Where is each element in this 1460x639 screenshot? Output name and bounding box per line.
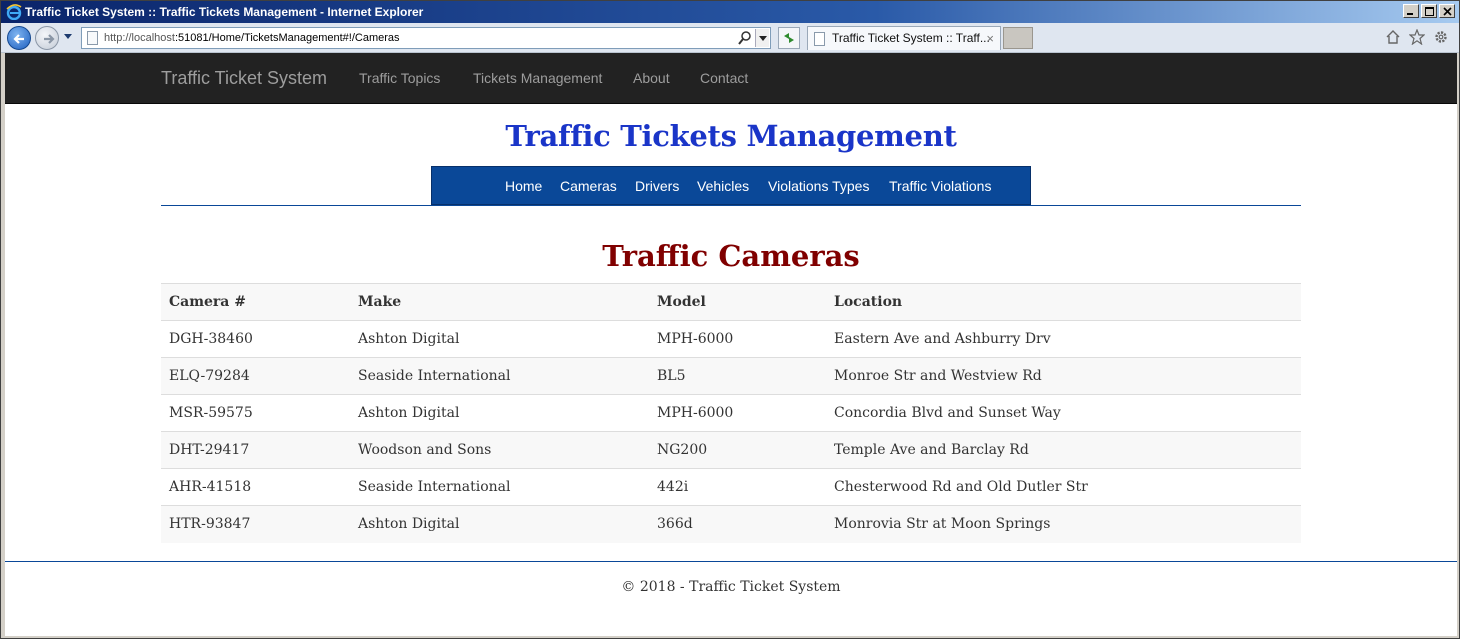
cameras-table: Camera # Make Model Location DGH-38460 A… (161, 283, 1301, 543)
cell-make: Ashton Digital (350, 394, 649, 432)
table-header-row: Camera # Make Model Location (161, 283, 1301, 321)
browser-window: Traffic Ticket System :: Traffic Tickets… (0, 0, 1460, 639)
address-bar[interactable]: http://localhost:51081/Home/TicketsManag… (81, 27, 771, 49)
maximize-icon (1424, 6, 1434, 16)
minimize-icon (1407, 13, 1413, 15)
cell-model: 442i (649, 468, 826, 506)
refresh-button[interactable] (778, 27, 800, 49)
cell-model: NG200 (649, 431, 826, 469)
close-icon (1442, 6, 1452, 16)
cell-make: Ashton Digital (350, 320, 649, 358)
cell-make: Seaside International (350, 357, 649, 395)
forward-button[interactable] (35, 26, 59, 50)
table-row: HTR-93847 Ashton Digital 366d Monrovia S… (161, 505, 1301, 543)
new-tab-button[interactable] (1003, 27, 1033, 49)
cell-camera-number: MSR-59575 (161, 394, 350, 432)
column-header-location: Location (826, 283, 1301, 321)
cell-location: Monrovia Str at Moon Springs (826, 505, 1301, 543)
cell-model: 366d (649, 505, 826, 543)
section-title: Traffic Cameras (602, 239, 860, 273)
home-icon[interactable] (1385, 29, 1401, 45)
cell-model: MPH-6000 (649, 394, 826, 432)
cell-camera-number: DHT-29417 (161, 431, 350, 469)
table-row: DHT-29417 Woodson and Sons NG200 Temple … (161, 431, 1301, 469)
divider (161, 205, 1301, 206)
minimize-button[interactable] (1403, 4, 1419, 18)
gear-icon[interactable] (1433, 29, 1449, 45)
address-dropdown[interactable] (755, 29, 769, 47)
footer-divider (5, 561, 1457, 562)
cell-make: Seaside International (350, 468, 649, 506)
refresh-icon (784, 33, 794, 43)
cell-location: Temple Ave and Barclay Rd (826, 431, 1301, 469)
table-row: AHR-41518 Seaside International 442i Che… (161, 468, 1301, 506)
search-icon[interactable] (738, 30, 752, 46)
address-url[interactable]: http://localhost:51081/Home/TicketsManag… (104, 28, 400, 48)
maximize-button[interactable] (1421, 4, 1437, 18)
back-button[interactable] (7, 26, 31, 50)
table-row: ELQ-79284 Seaside International BL5 Monr… (161, 357, 1301, 395)
cell-model: BL5 (649, 357, 826, 395)
recent-pages-dropdown[interactable] (64, 34, 72, 39)
cell-camera-number: DGH-38460 (161, 320, 350, 358)
address-path: :51081/Home/TicketsManagement#!/Cameras (174, 32, 400, 44)
address-host: http://localhost (104, 32, 175, 44)
menu-traffic-violations[interactable]: Traffic Violations (889, 178, 991, 194)
tab-label: Traffic Ticket System :: Traff... (832, 31, 990, 45)
page-icon (87, 31, 98, 45)
tab-traffic-ticket-system[interactable]: Traffic Ticket System :: Traff... × (807, 26, 1001, 50)
page-icon (814, 32, 825, 46)
browser-toolbar: http://localhost:51081/Home/TicketsManag… (1, 23, 1459, 53)
cell-location: Concordia Blvd and Sunset Way (826, 394, 1301, 432)
column-header-model: Model (649, 283, 826, 321)
nav-about[interactable]: About (633, 70, 670, 86)
table-row: DGH-38460 Ashton Digital MPH-6000 Easter… (161, 320, 1301, 358)
menu-cameras[interactable]: Cameras (560, 178, 617, 194)
close-button[interactable] (1439, 4, 1455, 18)
site-navbar: Traffic Ticket System Traffic Topics Tic… (5, 53, 1457, 104)
table-row: MSR-59575 Ashton Digital MPH-6000 Concor… (161, 394, 1301, 432)
nav-traffic-topics[interactable]: Traffic Topics (359, 70, 440, 86)
tab-close-icon[interactable]: × (986, 27, 994, 50)
nav-tickets-management[interactable]: Tickets Management (473, 70, 602, 86)
footer-copyright: © 2018 - Traffic Ticket System (621, 579, 841, 595)
cell-location: Chesterwood Rd and Old Dutler Str (826, 468, 1301, 506)
cell-camera-number: AHR-41518 (161, 468, 350, 506)
nav-contact[interactable]: Contact (700, 70, 748, 86)
forward-arrow-icon (44, 34, 55, 44)
cell-make: Ashton Digital (350, 505, 649, 543)
menu-violations-types[interactable]: Violations Types (768, 178, 869, 194)
menu-drivers[interactable]: Drivers (635, 178, 679, 194)
cell-location: Monroe Str and Westview Rd (826, 357, 1301, 395)
favorites-star-icon[interactable] (1409, 29, 1425, 45)
cell-location: Eastern Ave and Ashburry Drv (826, 320, 1301, 358)
column-header-make: Make (350, 283, 649, 321)
window-title: Traffic Ticket System :: Traffic Tickets… (25, 5, 424, 19)
column-header-camera-number: Camera # (161, 283, 350, 321)
page-title: Traffic Tickets Management (505, 119, 957, 153)
cell-make: Woodson and Sons (350, 431, 649, 469)
title-bar: Traffic Ticket System :: Traffic Tickets… (1, 1, 1459, 23)
ie-icon (6, 4, 22, 20)
cell-model: MPH-6000 (649, 320, 826, 358)
site-brand-link[interactable]: Traffic Ticket System (161, 68, 327, 89)
cell-camera-number: HTR-93847 (161, 505, 350, 543)
page-viewport: Traffic Ticket System Traffic Topics Tic… (5, 53, 1457, 636)
menu-vehicles[interactable]: Vehicles (697, 178, 749, 194)
menu-home[interactable]: Home (505, 178, 542, 194)
cell-camera-number: ELQ-79284 (161, 357, 350, 395)
back-arrow-icon (13, 34, 24, 44)
section-menu: Home Cameras Drivers Vehicles Violations… (431, 166, 1031, 205)
